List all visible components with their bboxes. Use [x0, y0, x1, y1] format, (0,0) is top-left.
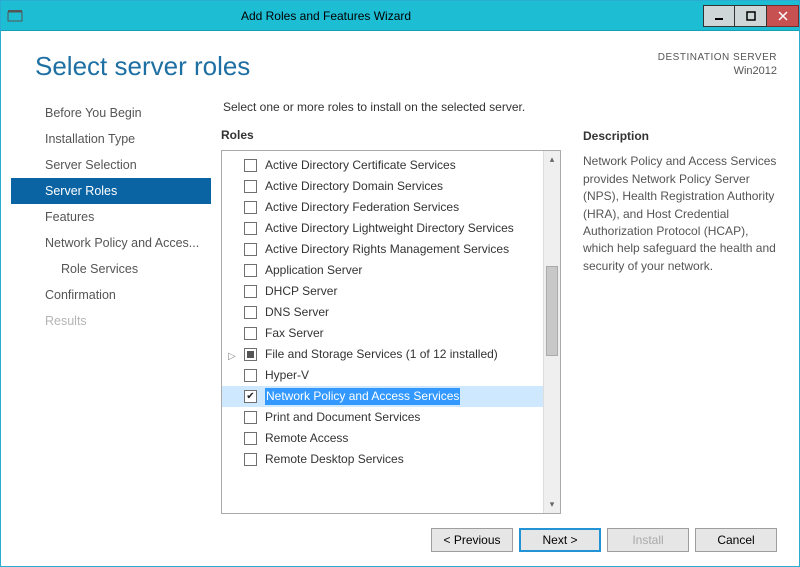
close-button[interactable]	[767, 5, 799, 27]
role-checkbox[interactable]	[244, 306, 257, 319]
nav-item-installation-type[interactable]: Installation Type	[11, 126, 211, 152]
role-checkbox[interactable]	[244, 369, 257, 382]
role-label: Active Directory Domain Services	[265, 178, 443, 195]
titlebar: Add Roles and Features Wizard	[1, 1, 799, 31]
role-label: Application Server	[265, 262, 362, 279]
role-label: Network Policy and Access Services	[265, 388, 460, 405]
role-label: Active Directory Lightweight Directory S…	[265, 220, 514, 237]
expand-icon[interactable]: ▷	[228, 348, 236, 365]
role-row[interactable]: DNS Server	[222, 302, 543, 323]
description-column: Description Network Policy and Access Se…	[583, 128, 781, 514]
app-icon	[1, 1, 29, 31]
destination-label: DESTINATION SERVER	[658, 51, 777, 64]
content-row: Before You BeginInstallation TypeServer …	[11, 100, 781, 514]
role-label: DNS Server	[265, 304, 329, 321]
roles-listbox[interactable]: Active Directory Certificate Services Act…	[221, 150, 561, 514]
scroll-down-button[interactable]: ▾	[544, 496, 560, 513]
role-label: Active Directory Certificate Services	[265, 157, 456, 174]
role-checkbox[interactable]	[244, 180, 257, 193]
next-button[interactable]: Next >	[519, 528, 601, 552]
scrollbar[interactable]: ▴ ▾	[543, 151, 560, 513]
destination-block: DESTINATION SERVER Win2012	[658, 51, 781, 78]
wizard-body: Select server roles DESTINATION SERVER W…	[1, 31, 799, 566]
role-checkbox[interactable]	[244, 159, 257, 172]
role-checkbox[interactable]	[244, 348, 257, 361]
page-title: Select server roles	[35, 51, 658, 82]
role-checkbox[interactable]	[244, 432, 257, 445]
role-label: File and Storage Services (1 of 12 insta…	[265, 346, 498, 363]
roles-heading: Roles	[221, 128, 561, 142]
role-row[interactable]: Hyper-V	[222, 365, 543, 386]
scroll-thumb[interactable]	[546, 266, 558, 356]
role-label: Remote Desktop Services	[265, 451, 404, 468]
role-label: Remote Access	[265, 430, 348, 447]
role-row[interactable]: Network Policy and Access Services	[222, 386, 543, 407]
role-checkbox[interactable]	[244, 453, 257, 466]
minimize-button[interactable]	[703, 5, 735, 27]
role-label: Active Directory Federation Services	[265, 199, 459, 216]
columns: Roles Active Directory Certificate Servi…	[221, 128, 781, 514]
scroll-up-button[interactable]: ▴	[544, 151, 560, 168]
nav-item-confirmation[interactable]: Confirmation	[11, 282, 211, 308]
role-checkbox[interactable]	[244, 285, 257, 298]
role-row[interactable]: Remote Access	[222, 428, 543, 449]
role-row[interactable]: Active Directory Rights Management Servi…	[222, 239, 543, 260]
previous-button[interactable]: < Previous	[431, 528, 513, 552]
roles-list: Active Directory Certificate Services Act…	[222, 151, 543, 513]
role-row[interactable]: Application Server	[222, 260, 543, 281]
nav-item-before-you-begin[interactable]: Before You Begin	[11, 100, 211, 126]
role-checkbox[interactable]	[244, 201, 257, 214]
role-checkbox[interactable]	[244, 222, 257, 235]
main-panel: Select one or more roles to install on t…	[211, 100, 781, 514]
role-label: Active Directory Rights Management Servi…	[265, 241, 509, 258]
role-label: DHCP Server	[265, 283, 337, 300]
description-text: Network Policy and Access Services provi…	[583, 153, 781, 275]
description-heading: Description	[583, 128, 781, 145]
nav-item-server-selection[interactable]: Server Selection	[11, 152, 211, 178]
nav-item-role-services[interactable]: Role Services	[11, 256, 211, 282]
role-row[interactable]: Active Directory Lightweight Directory S…	[222, 218, 543, 239]
window-controls	[703, 5, 799, 27]
roles-column: Roles Active Directory Certificate Servi…	[221, 128, 561, 514]
window-title: Add Roles and Features Wizard	[29, 9, 703, 23]
role-label: Hyper-V	[265, 367, 309, 384]
role-row[interactable]: Remote Desktop Services	[222, 449, 543, 470]
role-row[interactable]: ▷ File and Storage Services (1 of 12 inst…	[222, 344, 543, 365]
role-checkbox[interactable]	[244, 243, 257, 256]
install-button[interactable]: Install	[607, 528, 689, 552]
role-checkbox[interactable]	[244, 327, 257, 340]
scroll-track[interactable]	[544, 168, 560, 496]
role-checkbox[interactable]	[244, 411, 257, 424]
nav-item-npas[interactable]: Network Policy and Acces...	[11, 230, 211, 256]
role-row[interactable]: Active Directory Certificate Services	[222, 155, 543, 176]
nav-item-features[interactable]: Features	[11, 204, 211, 230]
maximize-button[interactable]	[735, 5, 767, 27]
nav-item-results: Results	[11, 308, 211, 334]
destination-value: Win2012	[658, 64, 777, 78]
role-row[interactable]: DHCP Server	[222, 281, 543, 302]
role-row[interactable]: Active Directory Federation Services	[222, 197, 543, 218]
footer-buttons: < Previous Next > Install Cancel	[11, 514, 781, 552]
role-row[interactable]: Print and Document Services	[222, 407, 543, 428]
role-checkbox[interactable]	[244, 390, 257, 403]
role-label: Print and Document Services	[265, 409, 420, 426]
role-checkbox[interactable]	[244, 264, 257, 277]
role-label: Fax Server	[265, 325, 324, 342]
nav-item-server-roles[interactable]: Server Roles	[11, 178, 211, 204]
cancel-button[interactable]: Cancel	[695, 528, 777, 552]
wizard-nav: Before You BeginInstallation TypeServer …	[11, 100, 211, 514]
wizard-window: Add Roles and Features Wizard Select ser…	[0, 0, 800, 567]
instruction-text: Select one or more roles to install on t…	[223, 100, 781, 114]
role-row[interactable]: Fax Server	[222, 323, 543, 344]
role-row[interactable]: Active Directory Domain Services	[222, 176, 543, 197]
header-row: Select server roles DESTINATION SERVER W…	[35, 51, 781, 82]
